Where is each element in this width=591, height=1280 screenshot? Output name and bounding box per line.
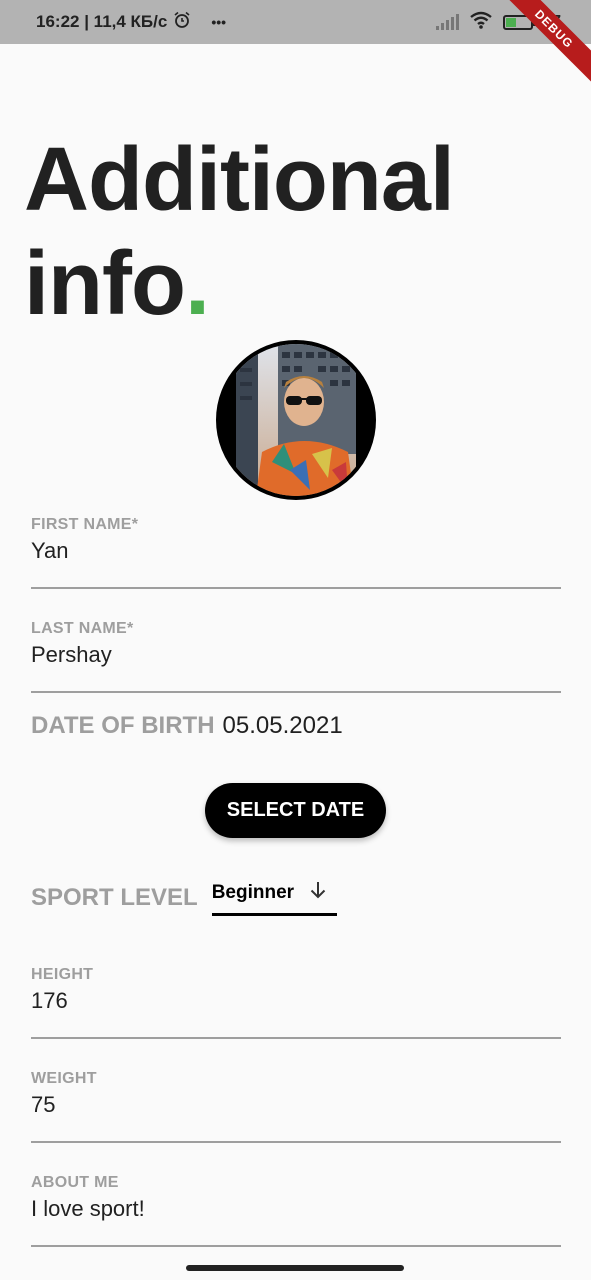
status-bar: 16:22 | 11,4 КБ/с ••• 37 DEBUG [0, 0, 591, 90]
status-time-speed: 16:22 | 11,4 КБ/с [36, 12, 168, 31]
first-name-underline [31, 587, 561, 589]
avatar[interactable] [216, 340, 376, 500]
last-name-field[interactable]: LAST NAME* Pershay [31, 620, 561, 693]
first-name-input[interactable]: Yan [31, 538, 561, 564]
about-me-field[interactable]: ABOUT ME I love sport! [31, 1174, 561, 1247]
weight-underline [31, 1141, 561, 1143]
weight-input[interactable]: 75 [31, 1092, 561, 1118]
height-label: HEIGHT [31, 966, 94, 983]
title-dot: . [184, 234, 210, 334]
date-of-birth-label: DATE OF BIRTH [31, 712, 215, 739]
weight-field[interactable]: WEIGHT 75 [31, 1070, 561, 1143]
about-me-label: ABOUT ME [31, 1174, 119, 1191]
last-name-input[interactable]: Pershay [31, 642, 561, 668]
last-name-label: LAST NAME* [31, 620, 134, 637]
date-of-birth-row: DATE OF BIRTH 05.05.2021 [31, 712, 343, 740]
weight-label: WEIGHT [31, 1070, 97, 1087]
signal-icon [436, 14, 460, 30]
home-indicator[interactable] [186, 1265, 404, 1271]
avatar-photo [236, 344, 356, 496]
first-name-label: FIRST NAME* [31, 516, 139, 533]
sport-level-dropdown[interactable]: Beginner [211, 880, 337, 916]
height-field[interactable]: HEIGHT 176 [31, 966, 561, 1039]
alarm-icon [173, 11, 191, 34]
sport-level-selected: Beginner [211, 881, 295, 903]
more-dots: ••• [211, 14, 227, 30]
select-date-button[interactable]: SELECT DATE [205, 783, 386, 838]
title-line-2: info [24, 234, 186, 334]
wifi-icon [469, 11, 493, 34]
sport-level-label: SPORT LEVEL [31, 884, 198, 911]
first-name-field[interactable]: FIRST NAME* Yan [31, 516, 561, 589]
date-of-birth-value: 05.05.2021 [222, 712, 343, 739]
last-name-underline [31, 691, 561, 693]
height-underline [31, 1037, 561, 1039]
arrow-down-icon [308, 880, 328, 905]
height-input[interactable]: 176 [31, 988, 561, 1014]
about-me-input[interactable]: I love sport! [31, 1196, 561, 1222]
page-title: Additional info. [24, 128, 564, 336]
about-me-underline [31, 1245, 561, 1247]
sport-level-row: SPORT LEVEL Beginner [31, 880, 337, 916]
title-line-1: Additional [24, 130, 455, 230]
additional-info-screen: 16:22 | 11,4 КБ/с ••• 37 DEBUG Additiona… [0, 0, 591, 1280]
